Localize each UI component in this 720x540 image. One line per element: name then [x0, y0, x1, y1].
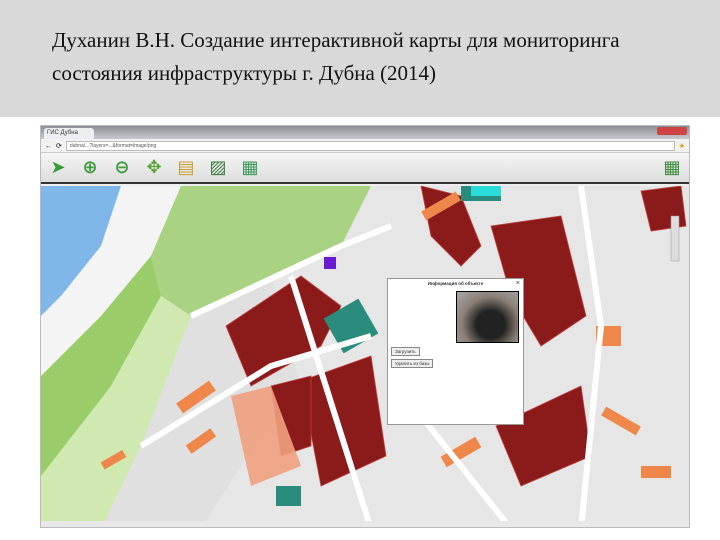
info-popup: Информация об объекте × Загрузить Удалит… — [387, 278, 524, 425]
slide-header: Духанин В.Н. Создание интерактивной карт… — [0, 0, 720, 117]
object-photo — [456, 291, 519, 343]
map-canvas[interactable]: Информация об объекте × Загрузить Удалит… — [41, 185, 689, 527]
map-toolbar: ➤ ⊕ ⊖ ✥ ▤ ▨ ▦ ▦ — [41, 153, 689, 184]
tab-bar: ГИС Дубна — [41, 126, 689, 139]
pan-icon[interactable]: ✥ — [143, 157, 165, 179]
slide-title: Духанин В.Н. Создание интерактивной карт… — [52, 28, 620, 85]
popup-close-button[interactable]: × — [516, 280, 520, 287]
status-bar — [41, 521, 689, 527]
url-bar: ← ⟳ dubna/...?layers=...&format=image/pn… — [41, 139, 689, 153]
load-button[interactable]: Загрузить — [391, 347, 420, 356]
browser-tab[interactable]: ГИС Дубна — [44, 128, 94, 139]
map-svg — [41, 185, 689, 527]
zoom-slider — [670, 215, 680, 262]
notes-icon[interactable]: ▤ — [175, 157, 197, 179]
star-icon[interactable]: ★ — [679, 142, 685, 150]
zoom-out-icon[interactable]: ⊖ — [111, 157, 133, 179]
layers-panel-icon[interactable]: ▦ — [661, 157, 683, 179]
grid-layer-icon[interactable]: ▦ — [239, 157, 261, 179]
back-icon[interactable]: ← — [45, 142, 52, 150]
reload-icon[interactable]: ⟳ — [56, 142, 62, 150]
delete-button[interactable]: Удалить из базы — [391, 359, 434, 368]
select-arrow-icon[interactable]: ➤ — [47, 157, 69, 179]
selected-marker — [324, 257, 336, 269]
popup-title: Информация об объекте — [427, 281, 484, 286]
image-layer-icon[interactable]: ▨ — [207, 157, 229, 179]
url-input[interactable]: dubna/...?layers=...&format=image/png — [65, 140, 675, 151]
window-controls[interactable] — [657, 127, 687, 135]
zoom-in-icon[interactable]: ⊕ — [79, 157, 101, 179]
browser-screenshot: ГИС Дубна ← ⟳ dubna/...?layers=...&forma… — [40, 125, 690, 528]
